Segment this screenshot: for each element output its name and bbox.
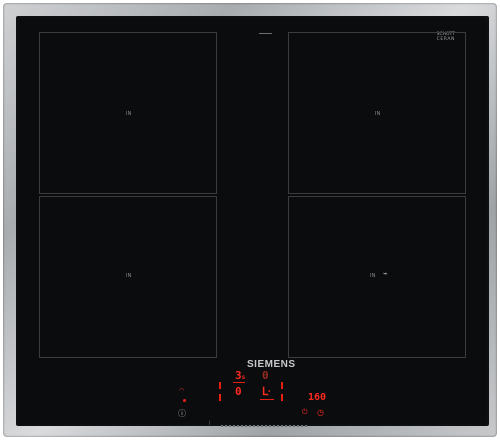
power-level-display-top: 3s	[235, 369, 246, 382]
cooktop-frame: SCHOTT CERAN IN IN IN IN ⌁ SIEMENS ◠ ⓘ 3…	[3, 3, 497, 437]
ceramic-glass-surface: SCHOTT CERAN IN IN IN IN ⌁ SIEMENS ◠ ⓘ 3…	[16, 16, 489, 427]
power-level-underline	[233, 382, 245, 383]
power-level-display-left: 0	[235, 385, 242, 398]
indicator-dot	[183, 399, 186, 402]
zone-select-left[interactable]	[219, 382, 221, 389]
cooking-zone-front-left[interactable]: IN	[39, 196, 217, 358]
boost-indicator: ᒷ	[262, 385, 271, 398]
info-icon[interactable]: ⓘ	[178, 408, 186, 419]
cooking-zone-rear-right[interactable]: IN	[288, 32, 466, 194]
brand-logo: SIEMENS	[247, 359, 296, 370]
power-slider[interactable]	[221, 425, 309, 427]
timer-display: 160	[308, 392, 327, 403]
zone-select-right-2[interactable]	[281, 394, 283, 401]
zone-label: IN	[126, 111, 132, 117]
zone-select-left-2[interactable]	[219, 394, 221, 401]
clock-icon[interactable]: ◷	[317, 408, 324, 417]
top-marker	[259, 33, 272, 34]
zone-underline	[260, 399, 274, 400]
pan-icon: ⌁	[383, 269, 388, 278]
zone-select-right[interactable]	[281, 382, 283, 389]
wifi-icon[interactable]: ◠	[179, 387, 184, 394]
cooking-zone-rear-left[interactable]: IN	[39, 32, 217, 194]
cooking-zone-front-right[interactable]: IN ⌁	[288, 196, 466, 358]
zone-label: IN	[126, 273, 132, 279]
zone-label: IN	[375, 111, 381, 117]
slider-start-mark: |	[209, 420, 211, 425]
zone-label: IN	[370, 273, 376, 279]
power-level-display-mid: 0	[262, 369, 269, 382]
power-icon[interactable]: ⏻	[302, 408, 308, 417]
